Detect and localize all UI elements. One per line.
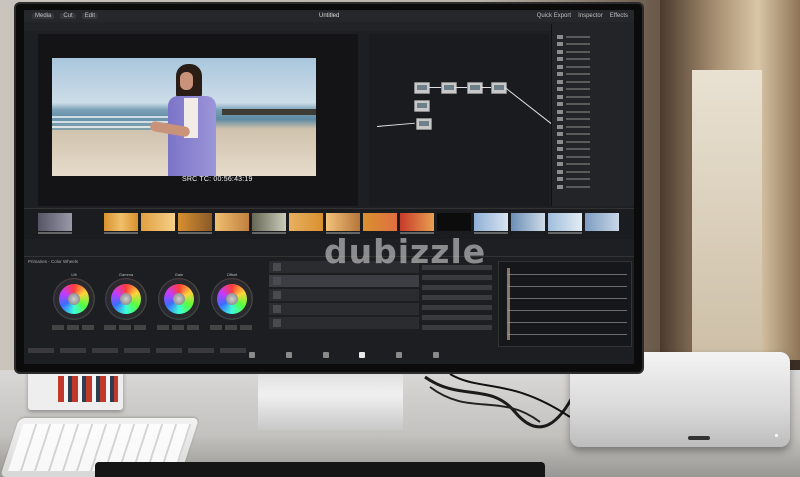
page-tab-icon[interactable] xyxy=(359,352,366,358)
page-tab-icon[interactable] xyxy=(249,352,256,358)
node-icon[interactable] xyxy=(441,82,457,94)
node-icon[interactable] xyxy=(467,82,483,94)
title-bar: Media Cut Edit Untitled Quick Export Ins… xyxy=(24,10,634,22)
monitor: Media Cut Edit Untitled Quick Export Ins… xyxy=(16,4,642,372)
keyframe-panel[interactable] xyxy=(422,265,492,335)
quick-export-button[interactable]: Quick Export xyxy=(537,13,571,19)
project-title: Untitled xyxy=(319,13,340,19)
tab-edit[interactable]: Edit xyxy=(81,13,99,19)
color-wheel-icon[interactable] xyxy=(159,279,199,319)
page-tab-icon[interactable] xyxy=(285,352,292,358)
page-tab-icon[interactable] xyxy=(322,352,329,358)
page-nav xyxy=(234,352,454,362)
inspector-button[interactable]: Inspector xyxy=(578,13,603,19)
viewer-toolbar xyxy=(24,22,634,31)
effects-panel xyxy=(551,24,634,206)
effects-button[interactable]: Effects xyxy=(610,13,628,19)
node-icon[interactable] xyxy=(416,118,432,130)
color-panel-label: Primaries - Color Wheels xyxy=(28,259,79,264)
color-wheel-icon[interactable] xyxy=(212,279,252,319)
wheel-label-lift: Lift xyxy=(71,272,77,277)
scope-panel xyxy=(498,261,632,347)
cables xyxy=(424,373,577,429)
wheel-label-offset: Offset xyxy=(226,272,238,277)
page-tab-icon[interactable] xyxy=(395,352,402,358)
layer-list[interactable] xyxy=(269,261,419,336)
source-timecode: SRC TC: 00:56:43:19 xyxy=(182,176,253,183)
watermark: dubizzle xyxy=(324,232,487,271)
page-tab-icon[interactable] xyxy=(432,352,439,358)
color-wheel-icon[interactable] xyxy=(106,279,146,319)
color-page: Primaries - Color Wheels Lift Gamma Gain… xyxy=(24,256,634,364)
primary-adjustments[interactable] xyxy=(28,348,248,353)
color-wheel-icon[interactable] xyxy=(54,279,94,319)
open-door xyxy=(690,70,762,360)
tab-cut[interactable]: Cut xyxy=(60,13,76,19)
product-box xyxy=(28,370,123,410)
wheel-label-gain: Gain xyxy=(174,272,184,277)
tab-media[interactable]: Media xyxy=(32,13,55,19)
viewer-frame xyxy=(52,58,316,176)
node-icon[interactable] xyxy=(414,82,430,94)
wheel-label-gamma: Gamma xyxy=(118,272,134,277)
node-editor[interactable] xyxy=(369,34,555,206)
resolve-app: Media Cut Edit Untitled Quick Export Ins… xyxy=(24,10,634,364)
node-icon[interactable] xyxy=(414,100,430,112)
dark-desk-edge xyxy=(95,462,545,477)
